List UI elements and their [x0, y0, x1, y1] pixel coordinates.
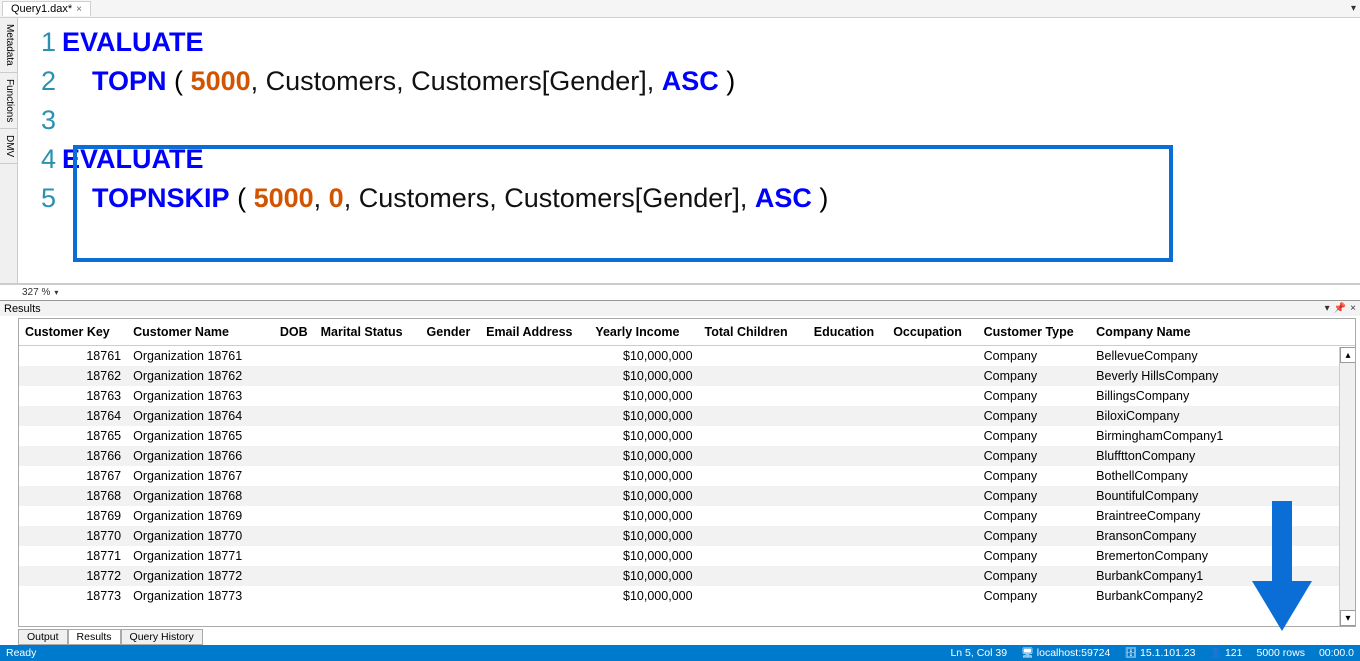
- status-version: 🗄15.1.101.23: [1124, 647, 1195, 659]
- close-icon[interactable]: ×: [1350, 303, 1356, 314]
- table-row[interactable]: 18763Organization 18763$10,000,000Compan…: [19, 386, 1355, 406]
- table-row[interactable]: 18762Organization 18762$10,000,000Compan…: [19, 366, 1355, 386]
- document-tab[interactable]: Query1.dax* ×: [2, 1, 91, 16]
- close-icon[interactable]: ×: [76, 4, 82, 15]
- tab-query-history[interactable]: Query History: [121, 629, 203, 645]
- chevron-down-icon[interactable]: ▾: [54, 288, 58, 297]
- table-row[interactable]: 18766Organization 18766$10,000,000Compan…: [19, 446, 1355, 466]
- server-icon: 🖥: [1021, 648, 1034, 659]
- column-header[interactable]: Total Children: [699, 319, 808, 346]
- table-row[interactable]: 18761Organization 18761$10,000,000Compan…: [19, 346, 1355, 367]
- editor-area: Metadata Functions DMV 12345 EVALUATE TO…: [0, 18, 1360, 284]
- scroll-down-icon[interactable]: ▾: [1340, 610, 1356, 626]
- results-grid-wrap: Customer KeyCustomer NameDOBMarital Stat…: [18, 318, 1356, 627]
- table-row[interactable]: 18767Organization 18767$10,000,000Compan…: [19, 466, 1355, 486]
- side-tab-dmv[interactable]: DMV: [0, 129, 17, 164]
- table-row[interactable]: 18765Organization 18765$10,000,000Compan…: [19, 426, 1355, 446]
- zoom-level[interactable]: 327 %: [22, 287, 50, 298]
- table-row[interactable]: 18770Organization 18770$10,000,000Compan…: [19, 526, 1355, 546]
- column-header[interactable]: Customer Type: [978, 319, 1091, 346]
- table-row[interactable]: 18769Organization 18769$10,000,000Compan…: [19, 506, 1355, 526]
- chevron-down-icon[interactable]: ▾: [1351, 3, 1356, 14]
- code-content[interactable]: EVALUATE TOPN ( 5000, Customers, Custome…: [62, 18, 1360, 283]
- code-editor-wrap: 12345 EVALUATE TOPN ( 5000, Customers, C…: [18, 18, 1360, 283]
- status-rowcount: 5000 rows: [1257, 647, 1305, 659]
- table-row[interactable]: 18772Organization 18772$10,000,000Compan…: [19, 566, 1355, 586]
- document-tabs: Query1.dax* × ▾: [0, 0, 1360, 18]
- tab-output[interactable]: Output: [18, 629, 68, 645]
- table-row[interactable]: 18773Organization 18773$10,000,000Compan…: [19, 586, 1355, 606]
- column-header[interactable]: Customer Name: [127, 319, 274, 346]
- column-header[interactable]: Customer Key: [19, 319, 127, 346]
- scroll-up-icon[interactable]: ▴: [1340, 347, 1356, 363]
- results-panel-header: Results ▾ 📌 ×: [0, 300, 1360, 316]
- table-row[interactable]: 18771Organization 18771$10,000,000Compan…: [19, 546, 1355, 566]
- side-tab-metadata[interactable]: Metadata: [0, 18, 17, 73]
- code-editor[interactable]: 12345 EVALUATE TOPN ( 5000, Customers, C…: [18, 18, 1360, 283]
- column-header[interactable]: Occupation: [887, 319, 977, 346]
- line-gutter: 12345: [18, 18, 62, 283]
- bottom-tabs: Output Results Query History: [0, 627, 1360, 645]
- status-ready: Ready: [6, 647, 936, 659]
- status-lncol: Ln 5, Col 39: [950, 647, 1007, 659]
- column-header[interactable]: Education: [808, 319, 887, 346]
- status-host: 🖥localhost:59724: [1021, 647, 1110, 659]
- side-tabs: Metadata Functions DMV: [0, 18, 18, 283]
- document-tab-label: Query1.dax*: [11, 3, 72, 15]
- table-row[interactable]: 18764Organization 18764$10,000,000Compan…: [19, 406, 1355, 426]
- grid-body: 18761Organization 18761$10,000,000Compan…: [19, 346, 1355, 607]
- zoom-bar: 327 % ▾: [0, 284, 1360, 300]
- column-header[interactable]: Marital Status: [315, 319, 421, 346]
- vertical-scrollbar[interactable]: ▴ ▾: [1339, 347, 1355, 626]
- column-header[interactable]: Yearly Income: [589, 319, 698, 346]
- status-time: 00:00.0: [1319, 647, 1354, 659]
- table-row[interactable]: 18768Organization 18768$10,000,000Compan…: [19, 486, 1355, 506]
- column-header[interactable]: Gender: [421, 319, 481, 346]
- user-icon: 👤: [1210, 648, 1222, 659]
- results-grid[interactable]: Customer KeyCustomer NameDOBMarital Stat…: [19, 319, 1355, 606]
- grid-header-row: Customer KeyCustomer NameDOBMarital Stat…: [19, 319, 1355, 346]
- side-tab-functions[interactable]: Functions: [0, 73, 17, 129]
- column-header[interactable]: Company Name: [1090, 319, 1355, 346]
- tab-results[interactable]: Results: [68, 629, 121, 645]
- results-label: Results: [4, 303, 41, 315]
- pin-icon[interactable]: 📌: [1334, 303, 1346, 314]
- database-icon: 🗄: [1124, 648, 1137, 659]
- column-header[interactable]: DOB: [274, 319, 315, 346]
- status-spid: 👤121: [1210, 647, 1243, 659]
- column-header[interactable]: Email Address: [480, 319, 589, 346]
- status-bar: Ready Ln 5, Col 39 🖥localhost:59724 🗄15.…: [0, 645, 1360, 661]
- chevron-down-icon[interactable]: ▾: [1325, 303, 1330, 314]
